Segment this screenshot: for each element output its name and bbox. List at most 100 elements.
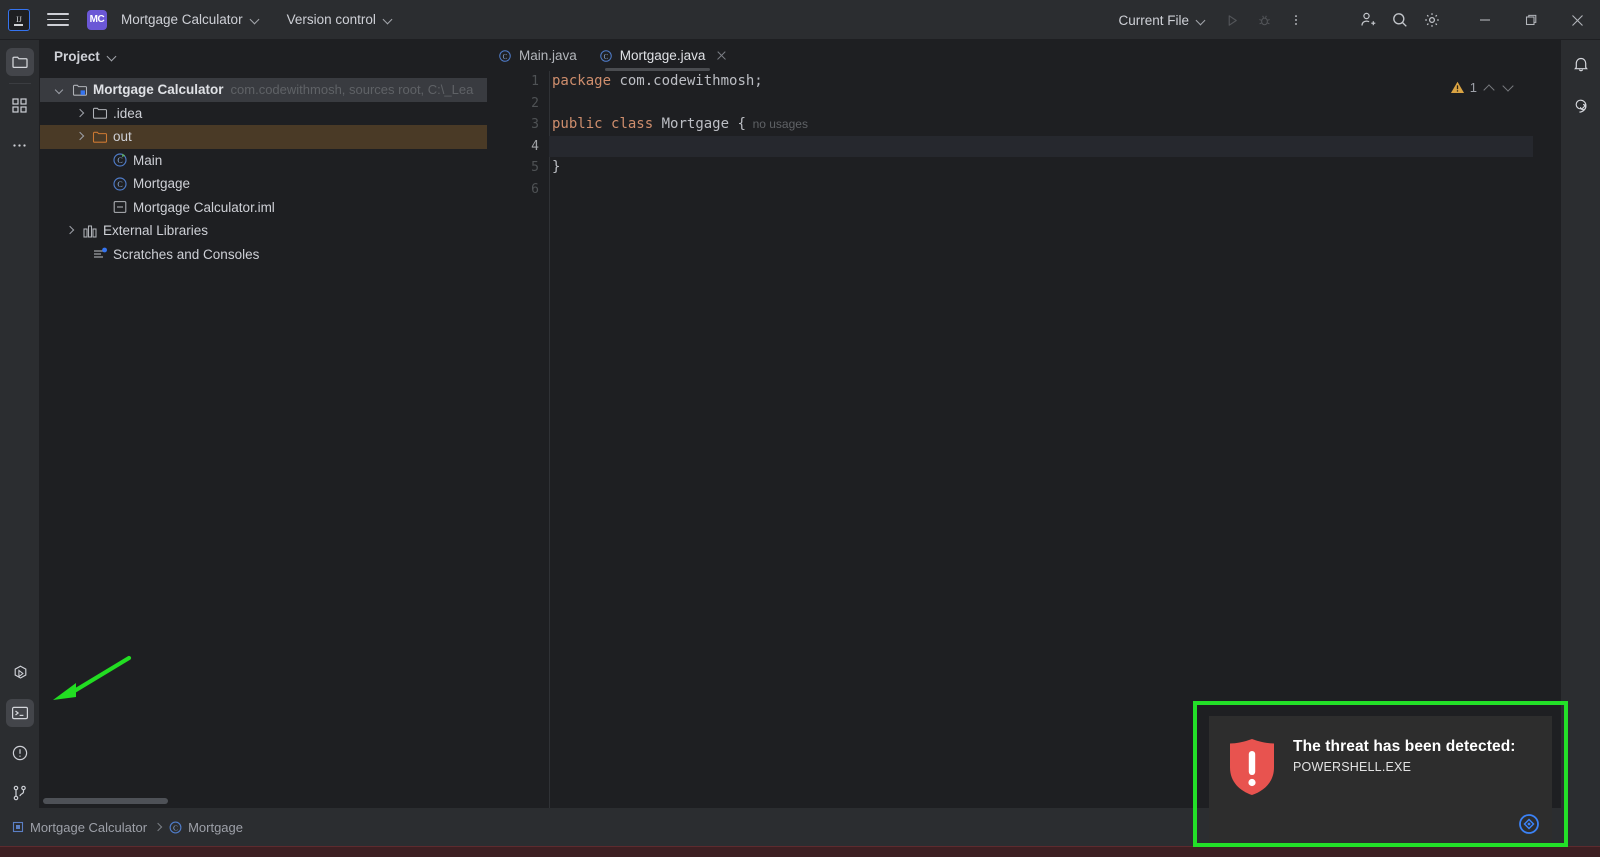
tree-toggle-closed-icon[interactable]: [74, 131, 86, 143]
chevron-up-icon[interactable]: [1482, 81, 1496, 95]
tree-item-main[interactable]: CMain: [40, 149, 487, 173]
editor-tab-main-java[interactable]: CMain.java: [487, 40, 588, 71]
inspection-widget[interactable]: 1: [1450, 80, 1515, 95]
line-number: 6: [487, 179, 549, 201]
tree-item-external-libraries[interactable]: External Libraries: [40, 219, 487, 243]
chevron-down-icon: [383, 15, 392, 24]
debug-bug-icon[interactable]: [1248, 5, 1280, 35]
run-play-icon[interactable]: [1216, 5, 1248, 35]
tree-item-meta: com.codewithmosh, sources root, C:\_Lea: [231, 82, 474, 97]
breadcrumb-item-class[interactable]: C Mortgage: [169, 820, 243, 835]
sidebar-item-ai-assistant[interactable]: [1567, 90, 1595, 118]
run-configuration-selector[interactable]: Current File: [1111, 7, 1212, 33]
code-token: package: [552, 73, 611, 89]
code-token: com.codewithmosh;: [611, 73, 763, 89]
add-user-icon[interactable]: [1352, 5, 1384, 35]
libraries-icon: [82, 223, 98, 239]
window-close-icon[interactable]: [1554, 0, 1600, 40]
editor-tab-label: Mortgage.java: [620, 48, 706, 63]
tree-item-mortgage-calculator-iml[interactable]: Mortgage Calculator.iml: [40, 196, 487, 220]
chevron-down-icon: [250, 15, 259, 24]
tree-icon-wrap: [112, 199, 128, 215]
more-vertical-icon[interactable]: [1280, 5, 1312, 35]
close-icon[interactable]: [715, 49, 728, 62]
code-line[interactable]: public class Mortgage { no usages: [549, 114, 1533, 136]
tree-icon-wrap: [92, 246, 108, 262]
svg-text:C: C: [173, 824, 178, 832]
code-line[interactable]: [549, 93, 1533, 115]
run-config-label: Current File: [1118, 13, 1189, 28]
code-line[interactable]: package com.codewithmosh;: [549, 71, 1533, 93]
hamburger-menu-icon[interactable]: [47, 9, 69, 31]
project-name-dropdown[interactable]: Mortgage Calculator: [114, 7, 266, 33]
sidebar-item-commit[interactable]: [6, 91, 34, 119]
code-editor[interactable]: 123456 package com.codewithmosh;public c…: [487, 71, 1533, 817]
breadcrumb-item-module[interactable]: Mortgage Calculator: [12, 820, 147, 835]
threat-subtitle: POWERSHELL.EXE: [1293, 760, 1516, 774]
tree-toggle-open-icon[interactable]: [54, 84, 66, 96]
code-line[interactable]: [549, 179, 1533, 201]
tree-item-mortgage-calculator[interactable]: Mortgage Calculatorcom.codewithmosh, sou…: [40, 78, 487, 102]
code-token: class: [611, 116, 653, 132]
tree-item-label: Mortgage Calculator.iml: [133, 200, 275, 215]
threat-title: The threat has been detected:: [1293, 738, 1516, 756]
sidebar-item-version-control[interactable]: [6, 779, 34, 807]
inlay-hint-usages[interactable]: no usages: [746, 117, 808, 131]
code-content[interactable]: package com.codewithmosh; public class Mo…: [549, 71, 1533, 201]
sidebar-item-notifications[interactable]: [1567, 50, 1595, 78]
rail-divider: [9, 83, 31, 84]
tree-toggle-closed-icon[interactable]: [64, 225, 76, 237]
tree-icon-wrap: [82, 223, 98, 239]
editor-tab-mortgage-java[interactable]: C Mortgage.java: [588, 40, 740, 71]
intellij-idea-logo-icon[interactable]: IJ: [8, 9, 30, 31]
tree-icon-wrap: C: [112, 152, 128, 168]
tree-item-scratches-and-consoles[interactable]: Scratches and Consoles: [40, 243, 487, 267]
svg-text:C: C: [117, 180, 122, 189]
sidebar-item-run[interactable]: [6, 659, 34, 687]
tree-icon-wrap: [72, 82, 88, 98]
tree-icon-wrap: [92, 105, 108, 121]
project-panel-header[interactable]: Project: [40, 40, 487, 72]
warning-count: 1: [1470, 80, 1477, 95]
project-badge[interactable]: MC: [87, 10, 107, 30]
project-panel-title: Project: [54, 49, 100, 64]
code-line[interactable]: }: [549, 157, 1533, 179]
tree-item-label: Scratches and Consoles: [113, 247, 259, 262]
chevron-down-icon: [1196, 16, 1205, 25]
window-restore-icon[interactable]: [1508, 0, 1554, 40]
tree-spacer: [94, 178, 106, 190]
threat-notification-popup[interactable]: The threat has been detected: POWERSHELL…: [1209, 716, 1552, 843]
tree-item-label: External Libraries: [103, 223, 208, 238]
svg-text:C: C: [503, 52, 508, 60]
sidebar-item-terminal[interactable]: [6, 699, 34, 727]
gear-icon[interactable]: [1416, 5, 1448, 35]
version-control-label: Version control: [287, 12, 376, 27]
red-shield-alert-icon: [1227, 738, 1277, 796]
tree-item-out[interactable]: out: [40, 125, 487, 149]
chevron-down-icon[interactable]: [1501, 81, 1515, 95]
sidebar-item-problems[interactable]: [6, 739, 34, 767]
version-control-dropdown[interactable]: Version control: [280, 7, 399, 33]
code-token: }: [552, 159, 560, 175]
tree-icon-wrap: [92, 129, 108, 145]
code-token: public: [552, 116, 603, 132]
tree-toggle-closed-icon[interactable]: [74, 107, 86, 119]
warning-triangle-icon: [1450, 80, 1465, 95]
window-minimize-icon[interactable]: [1462, 0, 1508, 40]
tree-spacer: [74, 248, 86, 260]
defender-circle-icon[interactable]: [1518, 813, 1540, 835]
project-horizontal-scrollbar[interactable]: [43, 798, 168, 804]
tree-item-idea[interactable]: .idea: [40, 102, 487, 126]
code-line[interactable]: [549, 136, 1533, 158]
sidebar-item-more-tool-windows[interactable]: [6, 131, 34, 159]
iml-file-icon: [112, 199, 128, 215]
svg-text:C: C: [117, 156, 122, 165]
module-folder-icon: [72, 82, 88, 98]
java-class-icon: C: [599, 49, 613, 63]
line-number: 2: [487, 93, 549, 115]
breadcrumb-class-label: Mortgage: [188, 820, 243, 835]
search-icon[interactable]: [1384, 5, 1416, 35]
project-tree: Mortgage Calculatorcom.codewithmosh, sou…: [40, 78, 487, 266]
sidebar-item-project[interactable]: [6, 48, 34, 76]
tree-item-mortgage[interactable]: CMortgage: [40, 172, 487, 196]
